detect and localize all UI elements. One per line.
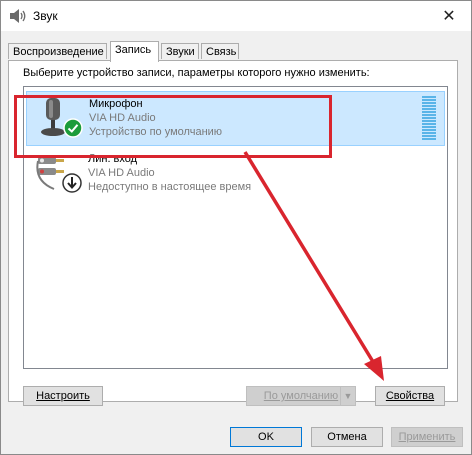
chevron-down-icon: ▼	[340, 387, 355, 405]
annotation-highlight-box	[14, 95, 332, 158]
tab-playback[interactable]: Воспроизведение	[8, 43, 107, 59]
ok-button[interactable]: OK	[230, 427, 302, 447]
configure-button[interactable]: Настроить	[23, 386, 103, 406]
tab-recording[interactable]: Запись	[110, 41, 159, 62]
title-bar: Звук ✕	[1, 1, 471, 31]
level-meter	[422, 96, 436, 141]
properties-label: Свойства	[385, 390, 435, 402]
sound-dialog-window: Звук ✕ Воспроизведение Запись Звуки Связ…	[0, 0, 472, 455]
cancel-button[interactable]: Отмена	[311, 427, 383, 447]
device-status: Недоступно в настоящее время	[88, 181, 252, 193]
device-driver: VIA HD Audio	[88, 167, 155, 179]
configure-label: Настроить	[36, 390, 90, 402]
tab-sounds[interactable]: Звуки	[161, 43, 199, 59]
close-icon: ✕	[442, 8, 456, 25]
cancel-label: Отмена	[327, 431, 367, 443]
properties-button[interactable]: Свойства	[375, 386, 445, 406]
close-button[interactable]: ✕	[427, 1, 471, 31]
speaker-icon	[10, 9, 26, 23]
tab-communications[interactable]: Связь	[201, 43, 239, 59]
down-arrow-icon	[62, 173, 82, 193]
ok-label: OK	[258, 431, 274, 443]
set-default-label: По умолчанию	[263, 390, 339, 402]
instruction-text: Выберите устройство записи, параметры ко…	[23, 67, 370, 79]
window-title: Звук	[33, 9, 58, 23]
apply-label: Применить	[398, 431, 456, 443]
apply-button[interactable]: Применить	[391, 427, 463, 447]
set-default-button[interactable]: По умолчанию ▼	[246, 386, 356, 406]
